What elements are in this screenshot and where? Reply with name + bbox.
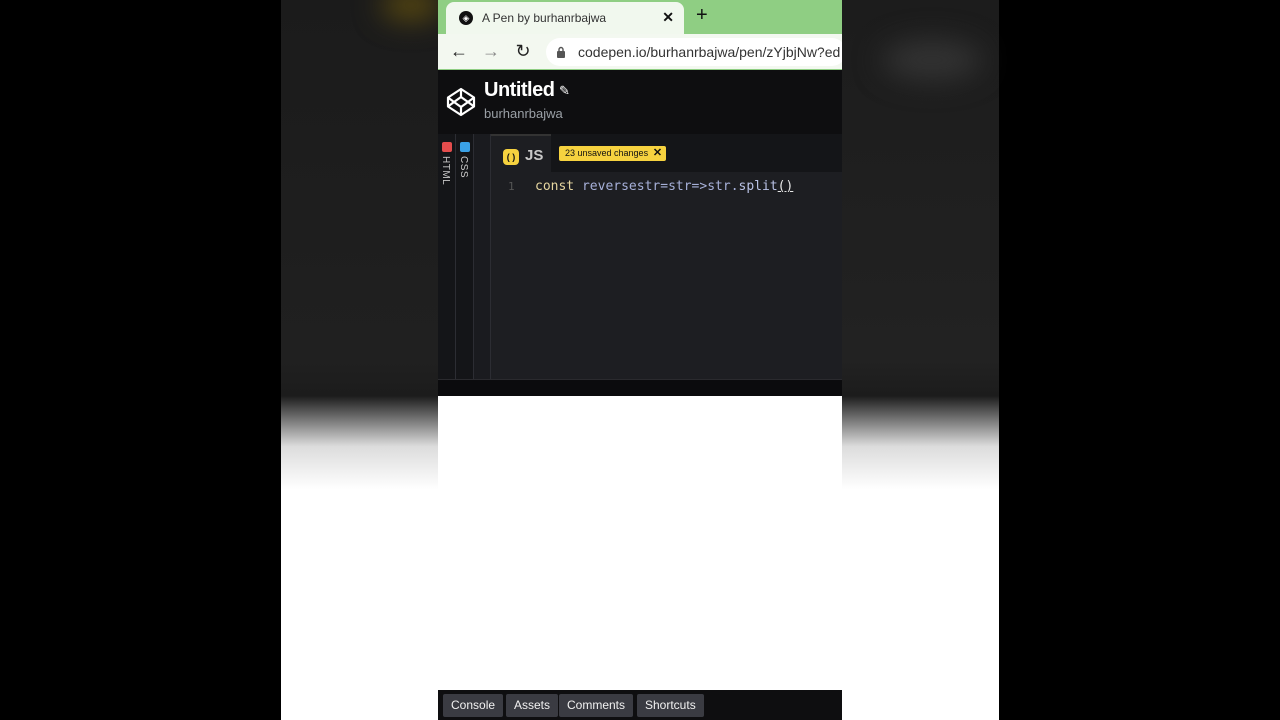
new-tab-icon[interactable]: + — [696, 4, 708, 27]
reload-icon[interactable]: ↻ — [512, 40, 534, 62]
edit-title-pencil-icon[interactable]: ✎ — [559, 83, 570, 99]
html-dot-icon — [442, 142, 452, 152]
address-bar: ← → ↻ codepen.io/burhanrbajwa/pen/zYjbjN… — [438, 34, 842, 70]
shortcuts-button[interactable]: Shortcuts — [637, 694, 704, 717]
code-keyword: const — [535, 179, 575, 194]
js-tab-label: JS — [525, 147, 544, 164]
js-tab-bar: ( ) JS 23 unsaved changes ✕ — [491, 134, 842, 172]
comments-button[interactable]: Comments — [559, 694, 634, 717]
code-line[interactable]: 1 const reversestr=str=>str.split() — [491, 178, 842, 198]
codepen-logo-icon[interactable] — [446, 87, 476, 117]
back-icon[interactable]: ← — [448, 40, 470, 62]
css-panel-collapsed[interactable]: CSS — [456, 134, 474, 379]
js-brace-icon: ( ) — [503, 149, 519, 165]
console-button[interactable]: Console — [443, 694, 504, 717]
css-dot-icon — [460, 142, 470, 152]
lock-icon — [557, 46, 565, 58]
unsaved-changes-badge[interactable]: 23 unsaved changes ✕ — [559, 146, 667, 161]
html-rail-label: HTML — [440, 156, 451, 186]
codepen-favicon-icon: ◈ — [459, 11, 473, 25]
code-text[interactable]: const reversestr=str=>str.split() — [535, 179, 793, 194]
tab-js[interactable]: ( ) JS — [491, 134, 551, 172]
code-editor: HTML CSS ( ) JS 23 unsaved changes ✕ 1 c — [438, 134, 842, 379]
blurred-left-background — [281, 0, 441, 720]
pen-title: Untitled — [484, 79, 555, 101]
forward-icon[interactable]: → — [480, 40, 502, 62]
phone-screen: ◈ A Pen by burhanrbajwa ✕ + ← → ↻ codepe… — [438, 0, 842, 720]
code-variable: reversestr — [581, 179, 661, 194]
code-rest: =str=>str. — [660, 179, 739, 194]
dismiss-icon[interactable]: ✕ — [653, 146, 662, 161]
url-field[interactable]: codepen.io/burhanrbajwa/pen/zYjbjNw?ed — [546, 38, 842, 66]
browser-tab[interactable]: ◈ A Pen by burhanrbajwa ✕ — [446, 2, 684, 34]
screen: ◈ A Pen by burhanrbajwa ✕ + ← → ↻ codepe… — [0, 0, 1280, 720]
browser-tab-bar: ◈ A Pen by burhanrbajwa ✕ + — [438, 0, 842, 34]
assets-button[interactable]: Assets — [506, 694, 559, 717]
unsaved-changes-text: 23 unsaved changes — [565, 148, 649, 158]
panel-resize-gutter[interactable] — [474, 134, 491, 379]
line-number: 1 — [508, 180, 515, 193]
blurred-right-background — [842, 0, 999, 720]
tab-close-icon[interactable]: ✕ — [662, 9, 674, 26]
url-text: codepen.io/burhanrbajwa/pen/zYjbjNw?ed — [578, 44, 841, 60]
code-method: split — [738, 179, 778, 194]
editor-preview-divider[interactable] — [438, 379, 842, 396]
css-rail-label: CSS — [458, 156, 469, 179]
result-preview — [438, 396, 842, 690]
html-panel-collapsed[interactable]: HTML — [438, 134, 456, 379]
codepen-footer: Console Assets Comments Shortcuts — [438, 690, 842, 720]
code-parens: () — [777, 179, 794, 194]
pen-author[interactable]: burhanrbajwa — [484, 106, 563, 121]
tab-title: A Pen by burhanrbajwa — [482, 11, 607, 25]
codepen-header: Untitled ✎ burhanrbajwa — [438, 70, 842, 134]
